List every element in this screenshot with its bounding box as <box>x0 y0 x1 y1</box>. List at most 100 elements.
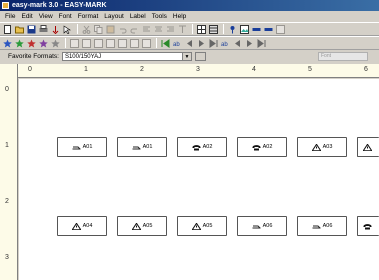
label-card[interactable]: A06 <box>237 216 287 236</box>
label-card[interactable] <box>357 216 379 236</box>
favorite-formats-label: Favorite Formats: <box>8 53 59 60</box>
row-icon[interactable] <box>81 38 92 49</box>
window-title: easy-mark 3.0 - EASY-MARK <box>12 2 107 9</box>
ruler-h-label: 6 <box>364 66 368 73</box>
split-icon[interactable] <box>105 38 116 49</box>
label-text: A06 <box>322 223 333 229</box>
layout-icon[interactable] <box>141 38 152 49</box>
database-icon[interactable]: ab <box>172 38 183 49</box>
favorite-options-button[interactable] <box>194 52 206 61</box>
warning-icon <box>191 222 201 230</box>
ruler-v-label: 2 <box>5 198 9 205</box>
redo-icon[interactable] <box>129 24 140 35</box>
label-canvas[interactable]: A01 A01 A02 A02 A03 A04 A05 A05 A06 A06 <box>19 79 379 280</box>
label-text: A02 <box>202 144 213 150</box>
label-card[interactable] <box>357 137 379 157</box>
label-text: A04 <box>82 223 93 229</box>
star-gray-icon[interactable] <box>50 38 61 49</box>
menu-font[interactable]: Font <box>56 13 75 20</box>
menu-file[interactable]: File <box>2 13 18 20</box>
help-pointer-icon[interactable] <box>62 24 73 35</box>
label-text: A06 <box>262 223 273 229</box>
print-icon[interactable] <box>38 24 49 35</box>
align-right-icon[interactable] <box>165 24 176 35</box>
prev-record-icon[interactable] <box>184 38 195 49</box>
label-text: A01 <box>82 144 93 150</box>
label-card[interactable]: A03 <box>297 137 347 157</box>
ruler-h-label: 2 <box>140 66 144 73</box>
next-record-icon[interactable] <box>196 38 207 49</box>
star-green-icon[interactable] <box>14 38 25 49</box>
ruler-h-label: 1 <box>84 66 88 73</box>
cut-icon[interactable] <box>81 24 92 35</box>
ruler-v-label: 1 <box>5 142 9 149</box>
ruler-h-label: 4 <box>252 66 256 73</box>
phone-icon <box>192 144 201 150</box>
border-icon[interactable] <box>117 38 128 49</box>
record-text-icon[interactable]: ab <box>220 38 231 49</box>
hand-icon <box>132 146 141 149</box>
menu-layout[interactable]: Layout <box>101 13 127 20</box>
chevron-down-icon[interactable]: ▼ <box>181 53 191 60</box>
label-card[interactable]: A02 <box>237 137 287 157</box>
menu-edit[interactable]: Edit <box>18 13 35 20</box>
menu-view[interactable]: View <box>36 13 56 20</box>
text-icon[interactable] <box>177 24 188 35</box>
fill-icon[interactable] <box>129 38 140 49</box>
paste-icon[interactable] <box>105 24 116 35</box>
barcode-icon[interactable] <box>251 24 262 35</box>
last-record-icon[interactable] <box>208 38 219 49</box>
hand-icon <box>312 225 321 228</box>
menu-tools[interactable]: Tools <box>149 13 170 20</box>
scroll-left-icon[interactable] <box>232 38 243 49</box>
image-icon[interactable] <box>239 24 250 35</box>
merge-icon[interactable] <box>93 38 104 49</box>
label-card[interactable]: A05 <box>177 216 227 236</box>
standard-toolbar <box>0 22 379 36</box>
favorite-formats-value: S100/150YAJ <box>64 53 102 60</box>
save-icon[interactable] <box>26 24 37 35</box>
label-toolbar: ab ab <box>0 36 379 50</box>
open-folder-icon[interactable] <box>14 24 25 35</box>
hand-icon <box>252 225 261 228</box>
zoom-icon[interactable] <box>275 24 286 35</box>
menu-label[interactable]: Label <box>127 13 149 20</box>
label-card[interactable]: A06 <box>297 216 347 236</box>
scroll-right-icon[interactable] <box>244 38 255 49</box>
label-card[interactable]: A01 <box>57 137 107 157</box>
warning-icon <box>311 143 321 151</box>
phone-icon <box>252 144 261 150</box>
pin-icon[interactable] <box>227 24 238 35</box>
ruler-h-label: 0 <box>28 66 32 73</box>
menu-help[interactable]: Help <box>170 13 189 20</box>
star-purple-icon[interactable] <box>38 38 49 49</box>
align-center-icon[interactable] <box>153 24 164 35</box>
undo-icon[interactable] <box>117 24 128 35</box>
warning-icon <box>131 222 141 230</box>
column-icon[interactable] <box>69 38 80 49</box>
label-card[interactable]: A01 <box>117 137 167 157</box>
table-icon[interactable] <box>208 24 219 35</box>
label-card[interactable]: A02 <box>177 137 227 157</box>
favorite-formats-select[interactable]: S100/150YAJ ▼ <box>61 52 192 61</box>
new-file-icon[interactable] <box>2 24 13 35</box>
grid-icon[interactable] <box>196 24 207 35</box>
print-preview-icon[interactable] <box>50 24 61 35</box>
menu-format[interactable]: Format <box>75 13 102 20</box>
label-card[interactable]: A05 <box>117 216 167 236</box>
warning-icon <box>363 143 372 151</box>
label-text: A01 <box>142 144 153 150</box>
warning-icon <box>71 222 81 230</box>
align-left-icon[interactable] <box>141 24 152 35</box>
toolbar-separator <box>77 24 78 34</box>
scroll-end-icon[interactable] <box>256 38 267 49</box>
title-bar: easy-mark 3.0 - EASY-MARK <box>0 0 379 11</box>
line-icon[interactable] <box>263 24 274 35</box>
copy-icon[interactable] <box>93 24 104 35</box>
font-name-box[interactable]: Font <box>318 52 368 61</box>
star-blue-icon[interactable] <box>2 38 13 49</box>
star-red-icon[interactable] <box>26 38 37 49</box>
first-record-icon[interactable] <box>160 38 171 49</box>
label-card[interactable]: A04 <box>57 216 107 236</box>
hand-icon <box>72 146 81 149</box>
